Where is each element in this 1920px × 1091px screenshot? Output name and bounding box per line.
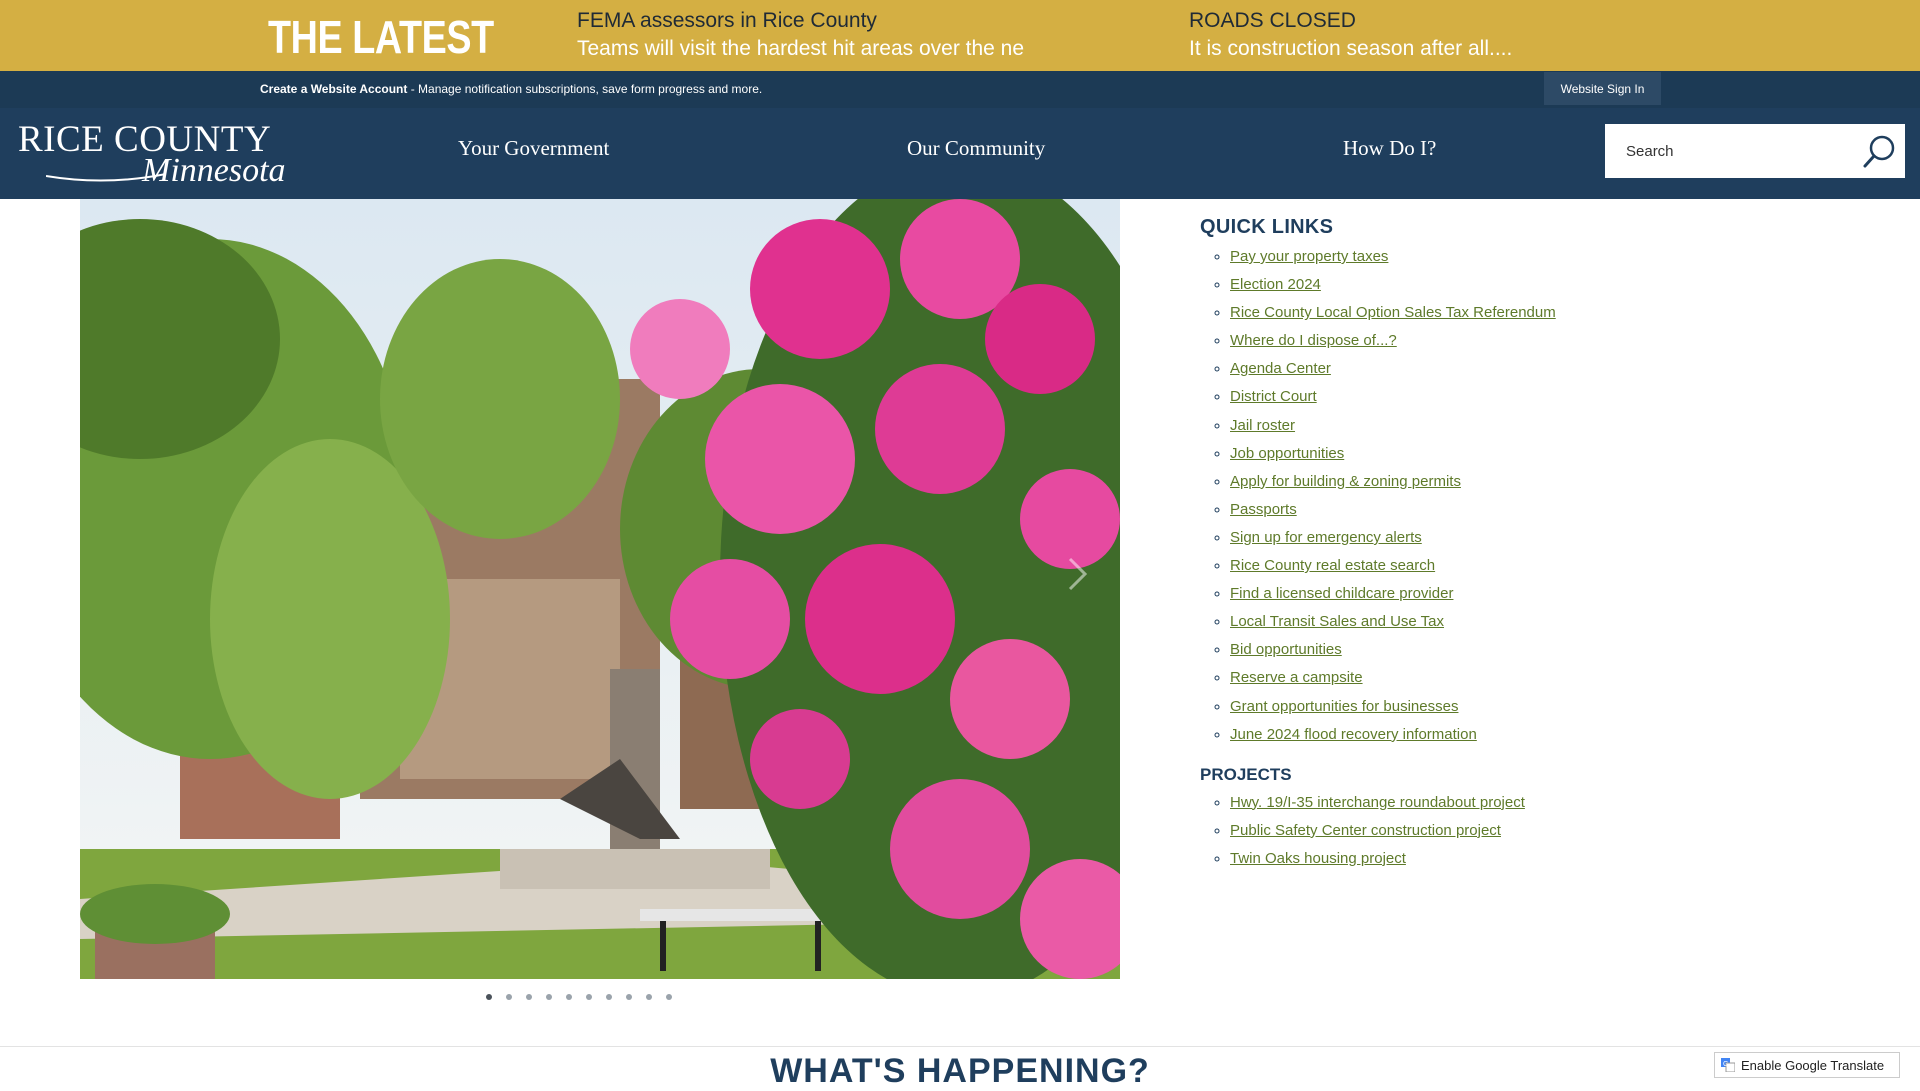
quick-link-item: Apply for building & zoning permits [1230,468,1840,496]
slideshow-dot[interactable] [506,994,512,1000]
quick-link-link[interactable]: Where do I dispose of...? [1230,332,1397,349]
nav-your-government[interactable]: Your Government [458,136,609,161]
quick-link-link[interactable]: Agenda Center [1230,360,1331,377]
logo-line2: Minnesota [142,152,286,189]
quick-link-link[interactable]: Reserve a campsite [1230,669,1363,686]
quick-link-link[interactable]: Rice County Local Option Sales Tax Refer… [1230,304,1556,321]
quick-link-link[interactable]: Rice County real estate search [1230,557,1435,574]
nav-how-do-i[interactable]: How Do I? [1343,136,1436,161]
quick-link-item: Passports [1230,496,1840,524]
quick-link-item: Agenda Center [1230,355,1840,383]
slideshow-image [80,199,1120,979]
quick-link-link[interactable]: June 2024 flood recovery information [1230,726,1477,743]
project-item: Twin Oaks housing project [1230,845,1840,873]
create-account-desc: - Manage notification subscriptions, sav… [407,82,763,96]
quick-link-link[interactable]: Apply for building & zoning permits [1230,473,1461,490]
park-flowers-photo [80,199,1120,979]
search-input[interactable] [1606,125,1856,177]
quick-link-item: Election 2024 [1230,271,1840,299]
slideshow-dot[interactable] [666,994,672,1000]
project-item: Public Safety Center construction projec… [1230,817,1840,845]
quick-link-item: Local Transit Sales and Use Tax [1230,608,1840,636]
slideshow-dot[interactable] [526,994,532,1000]
news-item-fema[interactable]: FEMA assessors in Rice County Teams will… [577,8,1027,64]
quick-link-link[interactable]: Passports [1230,501,1297,518]
google-translate-icon: G [1721,1058,1735,1072]
projects-title: PROJECTS [1200,764,1292,784]
slideshow-dots [486,994,672,1004]
slideshow-dot[interactable] [586,994,592,1000]
translate-label[interactable]: Enable Google Translate [1741,1058,1884,1073]
quick-link-item: Pay your property taxes [1230,243,1840,271]
quick-link-link[interactable]: Jail roster [1230,417,1295,434]
quick-links-title: QUICK LINKS [1200,216,1334,238]
quick-link-item: Grant opportunities for businesses [1230,693,1840,721]
quick-link-item: Where do I dispose of...? [1230,327,1840,355]
quick-link-item: Reserve a campsite [1230,664,1840,692]
news-summary: It is construction season after all.... [1189,37,1513,60]
slideshow-dot[interactable] [606,994,612,1000]
slideshow-dot[interactable] [626,994,632,1000]
project-item: Hwy. 19/I-35 interchange roundabout proj… [1230,789,1840,817]
quick-link-link[interactable]: Election 2024 [1230,276,1321,293]
quick-link-link[interactable]: Local Transit Sales and Use Tax [1230,613,1444,630]
quick-link-item: June 2024 flood recovery information [1230,721,1840,749]
quick-link-link[interactable]: Pay your property taxes [1230,248,1388,265]
quick-link-item: Rice County real estate search [1230,552,1840,580]
search-button[interactable] [1856,125,1904,177]
slideshow-dot[interactable] [486,994,492,1000]
quick-link-item: Find a licensed childcare provider [1230,580,1840,608]
quick-link-link[interactable]: Find a licensed childcare provider [1230,585,1453,602]
the-latest-bar: THE LATEST FEMA assessors in Rice County… [0,0,1920,71]
quick-link-item: Jail roster [1230,412,1840,440]
quick-link-item: Rice County Local Option Sales Tax Refer… [1230,299,1840,327]
news-headline[interactable]: ROADS CLOSED [1189,8,1589,34]
the-latest-title: THE LATEST [268,11,494,63]
slideshow-dot[interactable] [646,994,652,1000]
website-sign-in-button[interactable]: Website Sign In [1544,72,1661,105]
projects-list: Hwy. 19/I-35 interchange roundabout proj… [1200,789,1840,873]
news-summary: Teams will visit the hardest hit areas o… [577,37,1025,60]
quick-links-panel: QUICK LINKS Pay your property taxes Elect… [1200,216,1840,873]
news-headline[interactable]: FEMA assessors in Rice County [577,8,1027,34]
slideshow-dot[interactable] [566,994,572,1000]
quick-link-item: Bid opportunities [1230,636,1840,664]
project-link[interactable]: Hwy. 19/I-35 interchange roundabout proj… [1230,794,1525,811]
svg-text:G: G [1723,1061,1728,1068]
quick-link-link[interactable]: Bid opportunities [1230,641,1342,658]
account-notice: Create a Website Account - Manage notifi… [260,82,762,96]
quick-link-link[interactable]: Job opportunities [1230,445,1344,462]
quick-link-link[interactable]: Sign up for emergency alerts [1230,529,1422,546]
quick-links-list: Pay your property taxes Election 2024 Rice… [1200,243,1840,749]
quick-link-item: Sign up for emergency alerts [1230,524,1840,552]
google-translate-button[interactable]: G Enable Google Translate [1714,1052,1900,1078]
create-account-link[interactable]: Create a Website Account [260,82,407,96]
project-link[interactable]: Public Safety Center construction projec… [1230,822,1501,839]
section-divider [0,1015,1920,1047]
search-icon [1863,135,1895,168]
quick-link-item: Job opportunities [1230,440,1840,468]
quick-link-link[interactable]: District Court [1230,388,1317,405]
quick-link-link[interactable]: Grant opportunities for businesses [1230,698,1458,715]
project-link[interactable]: Twin Oaks housing project [1230,850,1406,867]
slideshow-dot[interactable] [546,994,552,1000]
whats-happening-heading: WHAT'S HAPPENING? [770,1052,1150,1090]
news-item-roads[interactable]: ROADS CLOSED It is construction season a… [1189,8,1589,64]
nav-our-community[interactable]: Our Community [907,136,1045,161]
quick-link-item: District Court [1230,383,1840,411]
rice-county-logo[interactable]: RICE COUNTY Minnesota [18,116,293,192]
